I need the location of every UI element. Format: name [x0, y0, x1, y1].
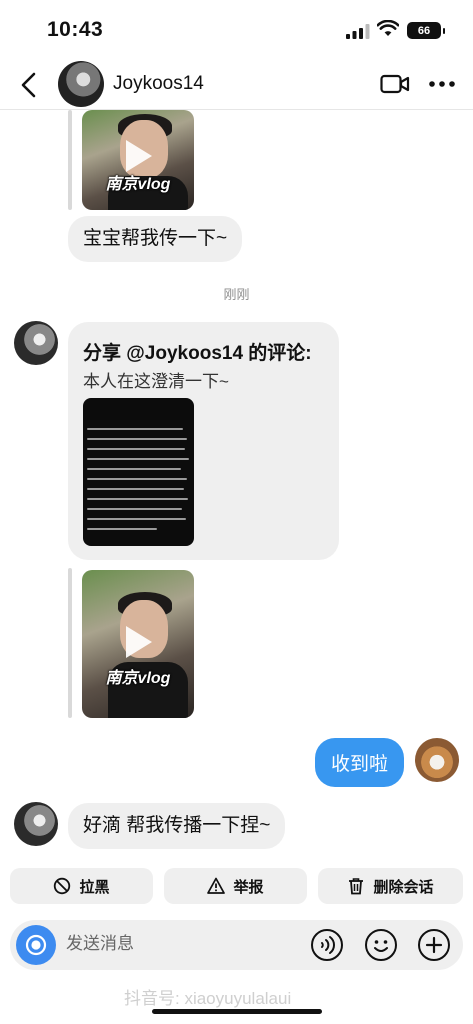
message-timestamp: 刚刚: [223, 287, 250, 302]
shared-comment-title: 分享 @Joykoos14 的评论:: [83, 343, 312, 364]
battery-indicator: 66: [407, 22, 445, 39]
back-arrow-icon[interactable]: [16, 70, 44, 100]
report-button[interactable]: 举报: [164, 868, 307, 904]
message-composer: [10, 920, 463, 970]
message-text: 收到啦: [331, 754, 389, 775]
warning-icon: [207, 877, 226, 894]
shared-comment-text: 本人在这澄清一下~: [83, 372, 229, 391]
status-bar: 10:43 66: [0, 0, 473, 60]
status-time: 10:43: [47, 18, 104, 41]
report-label: 举报: [233, 878, 264, 896]
home-indicator: [152, 1009, 322, 1014]
camera-button[interactable]: [16, 925, 56, 965]
delete-conversation-button[interactable]: 删除会话: [318, 868, 463, 904]
received-message[interactable]: 好滴 帮我传播一下捏~: [68, 803, 286, 849]
more-options-icon[interactable]: [428, 80, 456, 88]
shared-screenshot-thumbnail[interactable]: [83, 398, 194, 546]
reply-thread-bar: [68, 110, 72, 210]
add-icon[interactable]: [417, 928, 451, 962]
wifi-icon: [377, 20, 399, 36]
watermark: 抖音号: xiaoyuyulalaui: [124, 989, 292, 1008]
shared-comment-card[interactable]: 分享 @Joykoos14 的评论: 本人在这澄清一下~: [68, 322, 339, 560]
received-message[interactable]: 宝宝帮我传一下~: [68, 216, 243, 262]
sender-avatar[interactable]: [14, 321, 58, 365]
block-label: 拉黑: [79, 878, 110, 896]
video-tag: 南京vlog: [105, 670, 171, 687]
message-text: 好滴 帮我传播一下捏~: [83, 815, 271, 836]
video-tag: 南京vlog: [105, 176, 171, 193]
shared-video-thumbnail[interactable]: 南京vlog: [82, 570, 194, 718]
my-avatar[interactable]: [415, 738, 459, 782]
delete-conversation-label: 删除会话: [373, 878, 434, 896]
block-icon: [54, 877, 71, 895]
sent-message[interactable]: 收到啦: [315, 738, 405, 787]
sender-avatar[interactable]: [14, 802, 58, 846]
trash-icon: [349, 878, 364, 895]
cellular-signal-icon: [346, 24, 370, 39]
message-text: 宝宝帮我传一下~: [83, 228, 228, 249]
voice-message-icon[interactable]: [310, 928, 344, 962]
play-icon: [126, 140, 152, 172]
chat-header: Joykoos14: [0, 60, 473, 110]
shared-video-thumbnail[interactable]: 南京vlog: [82, 110, 194, 210]
message-input[interactable]: [66, 934, 296, 954]
video-call-icon[interactable]: [380, 72, 410, 96]
play-icon: [126, 626, 152, 658]
contact-username[interactable]: Joykoos14: [113, 73, 204, 95]
contact-avatar[interactable]: [58, 61, 104, 107]
sticker-icon[interactable]: [364, 928, 398, 962]
reply-thread-bar: [68, 568, 72, 718]
block-button[interactable]: 拉黑: [10, 868, 153, 904]
camera-icon: [25, 934, 47, 956]
